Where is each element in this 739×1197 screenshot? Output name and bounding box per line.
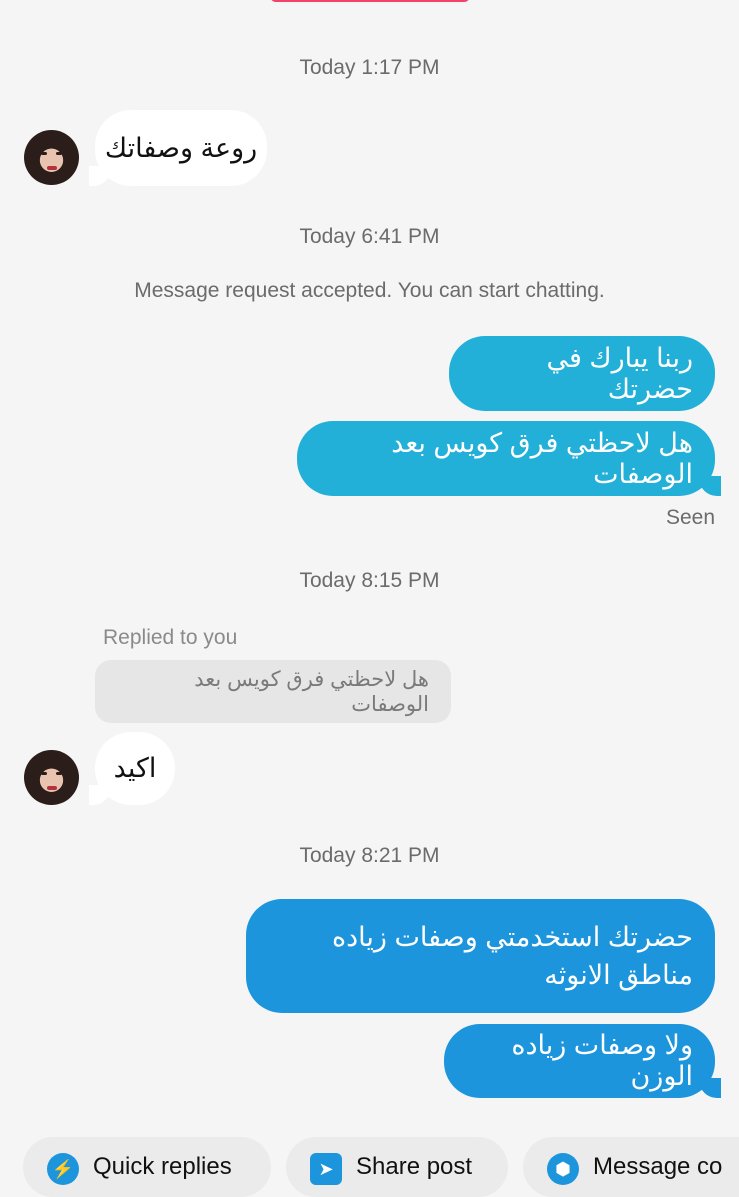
timestamp: Today 6:41 PM: [299, 225, 440, 248]
avatar-eye: [56, 152, 62, 155]
avatar[interactable]: [24, 130, 79, 185]
hexagon-icon: ⬢: [547, 1153, 579, 1185]
incoming-message[interactable]: روعة وصفاتك: [89, 110, 267, 186]
chip-label: Message co: [593, 1153, 723, 1180]
outgoing-message[interactable]: هل لاحظتي فرق كويس بعد الوصفات: [297, 421, 721, 496]
seen-status: Seen: [665, 506, 715, 529]
system-message: Message request accepted. You can start …: [134, 279, 605, 302]
avatar-eye: [41, 772, 47, 775]
quick-action-bar: ⚡ Quick replies ➤ Share post ⬢ Message c…: [0, 1137, 739, 1197]
reply-label: Replied to you: [103, 626, 238, 649]
chip-label: Quick replies: [93, 1153, 232, 1180]
outgoing-message[interactable]: حضرتك استخدمتي وصفات زياده مناطق الانوثه: [246, 899, 715, 1013]
timestamp: Today 8:21 PM: [299, 844, 440, 867]
quick-replies-chip[interactable]: ⚡ Quick replies: [23, 1137, 271, 1197]
avatar[interactable]: [24, 750, 79, 805]
avatar-mouth: [47, 786, 57, 790]
message-more-chip[interactable]: ⬢ Message co: [523, 1137, 739, 1197]
timestamp: Today 1:17 PM: [299, 56, 440, 79]
outgoing-message[interactable]: ربنا يبارك في حضرتك: [449, 336, 715, 411]
avatar-mouth: [47, 166, 57, 170]
chip-label: Share post: [356, 1153, 473, 1180]
top-accent-bar: [270, 0, 470, 2]
lightning-icon: ⚡: [47, 1153, 79, 1185]
incoming-message[interactable]: اكيد: [89, 732, 175, 805]
avatar-eye: [41, 152, 47, 155]
share-post-chip[interactable]: ➤ Share post: [286, 1137, 508, 1197]
outgoing-message[interactable]: ولا وصفات زياده الوزن: [444, 1024, 721, 1098]
share-icon: ➤: [310, 1153, 342, 1185]
avatar-eye: [56, 772, 62, 775]
quoted-message[interactable]: هل لاحظتي فرق كويس بعد الوصفات: [95, 660, 451, 723]
timestamp: Today 8:15 PM: [299, 569, 440, 592]
